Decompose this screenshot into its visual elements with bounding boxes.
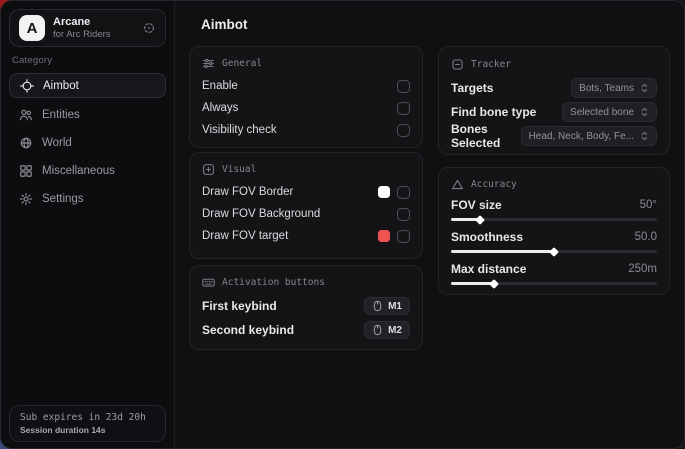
slider-thumb[interactable]: [475, 215, 485, 225]
grid-icon: [19, 164, 33, 178]
sidebar-item-label: Settings: [42, 193, 84, 205]
smoothness-slider[interactable]: [451, 250, 657, 253]
chevrons-up-down-icon: [640, 106, 649, 118]
draw-fov-border-checkbox[interactable]: [397, 186, 410, 199]
enable-checkbox[interactable]: [397, 80, 410, 93]
second-keybind-button[interactable]: M2: [364, 321, 410, 339]
setting-row: Second keybind M2: [202, 318, 410, 342]
setting-row: First keybind M1: [202, 294, 410, 318]
app-window: A Arcane for Arc Riders Category: [0, 0, 685, 449]
bone-type-select[interactable]: Selected bone: [562, 102, 657, 122]
main-content: Aimbot General Enable: [175, 1, 684, 448]
setting-row: Targets Bots, Teams: [451, 76, 657, 100]
targets-select[interactable]: Bots, Teams: [571, 78, 657, 98]
keyboard-icon: [202, 276, 215, 289]
sliders-icon: [202, 57, 215, 70]
sub-expiry-text: Sub expires in 23d 20h: [20, 412, 155, 423]
app-name: Arcane: [53, 16, 134, 29]
desktop-background: A Arcane for Arc Riders Category: [0, 0, 685, 449]
setting-row: Always: [202, 97, 410, 119]
page-title: Aimbot: [201, 17, 248, 32]
session-duration-text: Session duration 14s: [20, 425, 155, 435]
tracker-card: Tracker Targets Bots, Teams Find bone: [438, 46, 670, 155]
draw-fov-background-checkbox[interactable]: [397, 208, 410, 221]
accuracy-card: Accuracy FOV size 50° Smoothness: [438, 167, 670, 295]
sidebar-item-miscellaneous[interactable]: Miscellaneous: [9, 160, 166, 182]
always-checkbox[interactable]: [397, 102, 410, 115]
activation-card: Activation buttons First keybind M1 S: [189, 265, 423, 350]
slider-thumb[interactable]: [489, 279, 499, 289]
setting-row: Visibility check: [202, 119, 410, 141]
slider-row: Smoothness 50.0: [451, 228, 657, 253]
mouse-icon: [372, 324, 383, 336]
sync-icon[interactable]: [142, 21, 156, 35]
scan-icon: [451, 58, 464, 71]
app-logo: A: [19, 15, 45, 41]
sidebar-item-entities[interactable]: Entities: [9, 104, 166, 126]
crosshair-icon: [20, 79, 34, 93]
tracker-card-header: Tracker: [451, 56, 657, 73]
brand-text: Arcane for Arc Riders: [53, 16, 134, 40]
gear-icon: [19, 192, 33, 206]
accuracy-card-header: Accuracy: [451, 176, 657, 193]
sidebar-item-label: Aimbot: [43, 80, 79, 92]
fov-target-color-swatch[interactable]: [378, 230, 390, 242]
chevrons-up-down-icon: [640, 82, 649, 94]
sidebar-item-label: Entities: [42, 109, 80, 121]
slider-row: FOV size 50°: [451, 196, 657, 221]
general-card-header: General: [202, 55, 410, 72]
globe-icon: [19, 136, 33, 150]
sidebar-item-label: World: [42, 137, 72, 149]
slider-row: Max distance 250m: [451, 260, 657, 285]
section-title: Tracker: [471, 59, 511, 70]
users-icon: [19, 108, 33, 122]
sidebar-item-settings[interactable]: Settings: [9, 188, 166, 210]
bones-selected-select[interactable]: Head, Neck, Body, Fe...: [521, 126, 657, 146]
section-title: Activation buttons: [222, 277, 325, 288]
triangle-icon: [451, 178, 464, 191]
subscription-card: Sub expires in 23d 20h Session duration …: [9, 405, 166, 442]
sidebar-item-aimbot[interactable]: Aimbot: [9, 73, 166, 98]
general-card: General Enable Always Visibility check: [189, 46, 423, 148]
visibility-check-checkbox[interactable]: [397, 124, 410, 137]
plus-square-icon: [202, 163, 215, 176]
max-distance-slider[interactable]: [451, 282, 657, 285]
fov-size-slider[interactable]: [451, 218, 657, 221]
max-distance-value: 250m: [628, 263, 657, 275]
section-title: Visual: [222, 164, 256, 175]
setting-row: Draw FOV target: [202, 225, 410, 247]
setting-row: Bones Selected Head, Neck, Body, Fe...: [451, 124, 657, 148]
slider-thumb[interactable]: [549, 247, 559, 257]
fov-size-value: 50°: [640, 199, 657, 211]
category-label: Category: [12, 55, 52, 66]
chevrons-up-down-icon: [640, 130, 649, 142]
mouse-icon: [372, 300, 383, 312]
smoothness-value: 50.0: [635, 231, 657, 243]
activation-card-header: Activation buttons: [202, 274, 410, 291]
sidebar-item-label: Miscellaneous: [42, 165, 115, 177]
section-title: Accuracy: [471, 179, 517, 190]
setting-row: Draw FOV Background: [202, 203, 410, 225]
setting-row: Enable: [202, 75, 410, 97]
visual-card: Visual Draw FOV Border Draw FOV Backgrou…: [189, 152, 423, 259]
brand-card: A Arcane for Arc Riders: [9, 9, 166, 47]
first-keybind-button[interactable]: M1: [364, 297, 410, 315]
setting-row: Draw FOV Border: [202, 181, 410, 203]
section-title: General: [222, 58, 262, 69]
setting-row: Find bone type Selected bone: [451, 100, 657, 124]
fov-border-color-swatch[interactable]: [378, 186, 390, 198]
draw-fov-target-checkbox[interactable]: [397, 230, 410, 243]
sidebar: A Arcane for Arc Riders Category: [1, 1, 175, 448]
sidebar-item-world[interactable]: World: [9, 132, 166, 154]
visual-card-header: Visual: [202, 161, 410, 178]
app-subtitle: for Arc Riders: [53, 29, 134, 40]
